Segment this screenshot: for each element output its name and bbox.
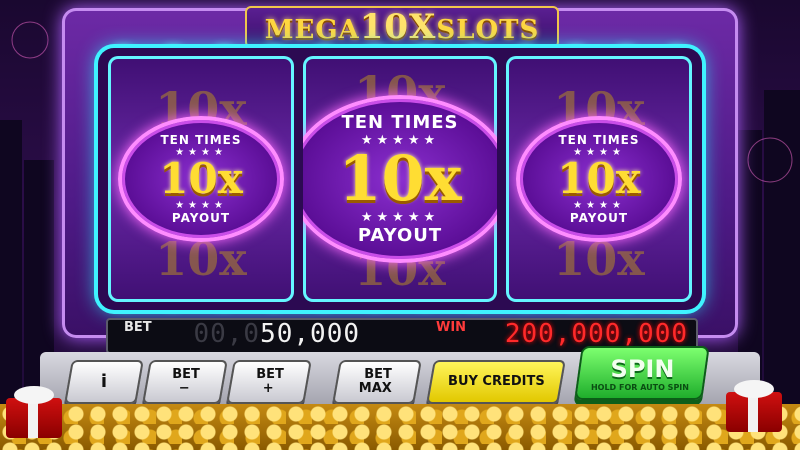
bet-label: BET [124, 320, 152, 335]
title-suffix: SLOTS [436, 15, 540, 45]
reel-2-ten-times-symbol: TEN TIMES ★★★★★ 10x ★★★★★ PAYOUT [303, 95, 497, 263]
stars-decoration: ★★★★★ [360, 210, 440, 225]
plus-icon: + [262, 381, 274, 396]
title-x: X [409, 7, 437, 47]
symbol-top-text: TEN TIMES [341, 112, 459, 133]
reel-2: 10x 10x TEN TIMES ★★★★★ 10x ★★★★★ PAYOUT [303, 56, 497, 302]
bet-increase-label: BET [256, 367, 285, 383]
symbol-top-text: TEN TIMES [558, 133, 640, 147]
info-icon: i [100, 370, 108, 392]
buy-credits-label: BUY CREDITS [447, 374, 545, 390]
spin-button[interactable]: SPIN HOLD FOR AUTO SPIN [574, 346, 710, 400]
reel-3: 10x 10x TEN TIMES ★★★★ 10x ★★★★ PAYOUT [506, 56, 692, 302]
reel-1-ten-times-symbol: TEN TIMES ★★★★ 10x ★★★★ PAYOUT [118, 116, 284, 242]
title-prefix: MEGA [264, 15, 360, 45]
symbol-multiplier: 10x [557, 154, 641, 203]
bet-amount-display: 00,050,000 [170, 319, 360, 349]
title-ten: 10 [359, 7, 410, 47]
stars-decoration: ★★★★ [573, 200, 625, 211]
reel-3-ten-times-symbol: TEN TIMES ★★★★ 10x ★★★★ PAYOUT [516, 116, 682, 242]
bet-decrease-button[interactable]: BET − [142, 360, 228, 404]
symbol-bottom-text: PAYOUT [569, 211, 629, 225]
info-button[interactable]: i [64, 360, 144, 404]
bet-ghost-digits: 00,0 [193, 319, 261, 349]
symbol-bottom-text: PAYOUT [171, 211, 231, 225]
symbol-top-text: TEN TIMES [160, 133, 242, 147]
spin-hint: HOLD FOR AUTO SPIN [591, 382, 690, 392]
gift-bow-left [14, 386, 54, 404]
spin-label: SPIN [610, 354, 675, 383]
gold-coins-pile [0, 404, 800, 450]
gift-box-left [6, 398, 62, 438]
symbol-multiplier: 10x [159, 154, 243, 203]
game-title-plate: MEGA10XSLOTS [245, 6, 559, 48]
win-label: WIN [436, 320, 467, 335]
reel-1: 10x 10x TEN TIMES ★★★★ 10x ★★★★ PAYOUT [108, 56, 294, 302]
symbol-bottom-text: PAYOUT [357, 225, 443, 246]
minus-icon: − [178, 381, 190, 396]
win-amount: 200,000,000 [504, 319, 688, 349]
gift-bow-right [734, 380, 774, 398]
buy-credits-button[interactable]: BUY CREDITS [426, 360, 566, 404]
symbol-multiplier: 10x [338, 142, 462, 215]
stars-decoration: ★★★★ [175, 200, 227, 211]
bet-decrease-label: BET [172, 367, 201, 383]
game-title: MEGA10XSLOTS [265, 7, 540, 47]
bet-max-label-top: BET [364, 367, 393, 383]
bet-amount: 50,000 [260, 319, 360, 349]
gift-box-right [726, 392, 782, 432]
bet-increase-button[interactable]: BET + [226, 360, 312, 404]
bet-max-label-bottom: MAX [359, 381, 393, 396]
bet-max-button[interactable]: BET MAX [332, 360, 422, 404]
